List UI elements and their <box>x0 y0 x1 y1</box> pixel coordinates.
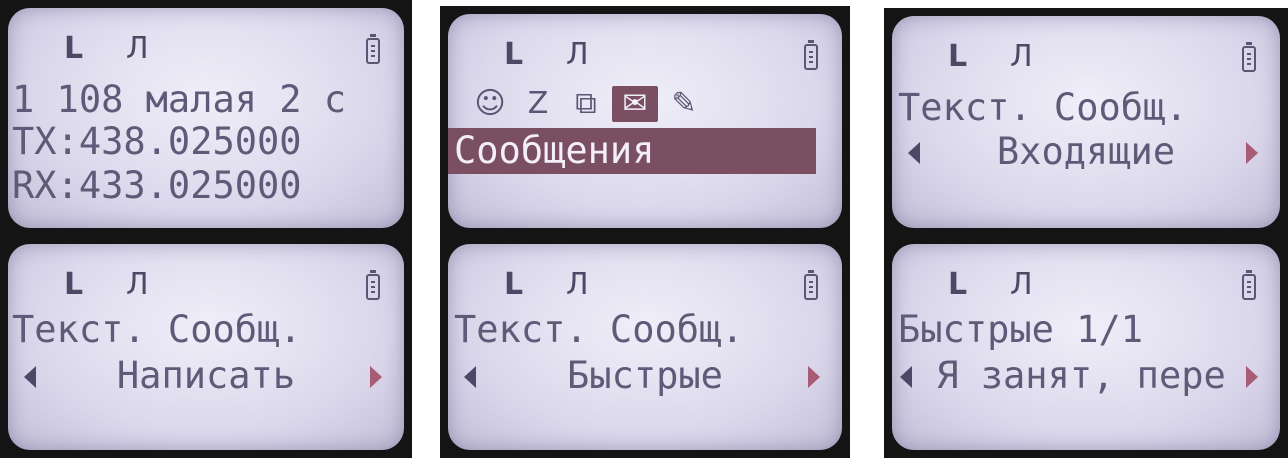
screen-photo-write: L Л Текст. Сообщ. Написать <box>0 236 412 458</box>
contacts-icon[interactable]: ☺ <box>472 86 508 122</box>
signal-pulse-icon: Л <box>126 31 149 66</box>
lock-icon: L <box>948 267 968 302</box>
menu-title: Текст. Сообщ. <box>898 86 1188 129</box>
signal-pulse-icon: Л <box>566 267 589 302</box>
battery-icon <box>804 40 818 70</box>
battery-icon <box>804 270 818 300</box>
lcd-display: L Л Текст. Сообщ. Быстрые <box>448 244 842 450</box>
scan-icon[interactable]: Z <box>520 86 556 122</box>
status-bar: L Л <box>448 270 842 310</box>
quick-message-text: Я занят, пере <box>936 354 1226 397</box>
battery-icon <box>1242 42 1256 72</box>
left-arrow-icon[interactable] <box>900 366 912 388</box>
signal-pulse-icon: Л <box>126 267 149 302</box>
left-arrow-icon[interactable] <box>908 142 920 164</box>
lcd-display: L Л ☺ Z ⧉ ✉ ✎ Сообщения <box>448 14 842 228</box>
signal-pulse-icon: Л <box>1010 267 1033 302</box>
left-arrow-icon[interactable] <box>24 366 36 388</box>
option-label: Написать <box>116 354 296 397</box>
menu-title: Текст. Сообщ. <box>454 308 744 351</box>
tx-frequency: TX:438.025000 <box>12 120 302 163</box>
right-arrow-icon[interactable] <box>370 366 382 388</box>
battery-icon <box>366 270 380 300</box>
signal-pulse-icon: Л <box>1010 39 1033 74</box>
screen-photo-quick: L Л Текст. Сообщ. Быстрые <box>440 236 850 458</box>
lcd-display: L Л 1 108 малая 2 с TX:438.025000 RX:433… <box>8 8 404 228</box>
status-bar: L Л <box>892 270 1280 310</box>
right-arrow-icon[interactable] <box>1246 366 1258 388</box>
selected-menu-item[interactable]: Сообщения <box>448 128 816 174</box>
status-bar: L Л <box>892 42 1280 82</box>
right-arrow-icon[interactable] <box>1246 142 1258 164</box>
lcd-display: L Л Быстрые 1/1 Я занят, пере <box>892 244 1280 450</box>
battery-icon <box>366 34 380 64</box>
settings-wrench-icon[interactable]: ✎ <box>666 86 702 122</box>
lock-icon: L <box>504 267 524 302</box>
right-arrow-icon[interactable] <box>808 366 820 388</box>
channel-line: 1 108 малая 2 с <box>12 78 347 121</box>
left-arrow-icon[interactable] <box>464 366 476 388</box>
screen-photo-channel: L Л 1 108 малая 2 с TX:438.025000 RX:433… <box>0 0 412 236</box>
status-bar: L Л <box>8 34 404 74</box>
zones-icon[interactable]: ⧉ <box>568 86 604 122</box>
lock-icon: L <box>64 267 84 302</box>
lcd-display: L Л Текст. Сообщ. Входящие <box>892 16 1280 228</box>
option-label: Быстрые <box>567 354 723 397</box>
menu-title: Текст. Сообщ. <box>12 308 302 351</box>
rx-frequency: RX:433.025000 <box>12 164 302 207</box>
signal-pulse-icon: Л <box>566 37 589 72</box>
screen-photo-inbox: L Л Текст. Сообщ. Входящие <box>884 8 1288 236</box>
screen-photo-quick-message: L Л Быстрые 1/1 Я занят, пере <box>884 236 1288 458</box>
lock-icon: L <box>504 37 524 72</box>
lock-icon: L <box>948 39 968 74</box>
menu-title: Быстрые 1/1 <box>898 308 1144 351</box>
option-label: Входящие <box>996 130 1176 173</box>
messages-icon[interactable]: ✉ <box>612 86 658 122</box>
lcd-display: L Л Текст. Сообщ. Написать <box>8 244 404 450</box>
status-bar: L Л <box>448 40 842 80</box>
status-bar: L Л <box>8 270 404 310</box>
screen-photo-menu: L Л ☺ Z ⧉ ✉ ✎ Сообщения <box>440 6 850 236</box>
battery-icon <box>1242 270 1256 300</box>
lock-icon: L <box>64 31 84 66</box>
